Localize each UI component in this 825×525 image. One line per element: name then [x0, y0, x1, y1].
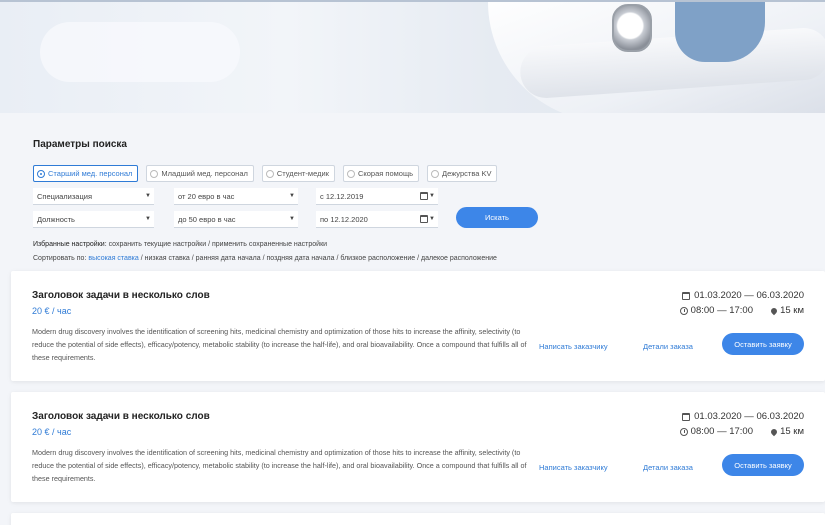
- favorite-settings: Избранные настройки: сохранить текущие н…: [33, 241, 328, 248]
- date-from-input[interactable]: с 12.12.2019 ▼: [316, 188, 438, 205]
- rate-from-select[interactable]: от 20 евро в час ▼: [174, 188, 298, 205]
- job-title[interactable]: Заголовок задачи в несколько слов: [32, 411, 210, 422]
- caret-down-icon: ▼: [429, 216, 435, 222]
- position-select[interactable]: Должность ▼: [33, 211, 154, 228]
- specialization-select[interactable]: Специализация ▼: [33, 188, 154, 205]
- chip-junior-staff[interactable]: Младший мед. персонал: [146, 165, 254, 182]
- apply-settings-link[interactable]: применить сохраненные настройки: [212, 241, 327, 248]
- save-settings-link[interactable]: сохранить текущие настройки: [109, 241, 207, 248]
- job-distance: 15 км: [769, 305, 804, 316]
- radio-icon: [37, 169, 45, 178]
- job-description: Modern drug discovery involves the ident…: [32, 327, 527, 362]
- sort-option-low-rate[interactable]: низкая ставка: [145, 255, 190, 262]
- radio-icon: [346, 169, 355, 178]
- sort-option-early-start[interactable]: ранняя дата начала: [196, 255, 261, 262]
- job-card: Заголовок задачи в несколько слов 20 € /…: [11, 392, 825, 502]
- job-card-partial: [11, 513, 825, 525]
- job-time: 08:00 — 17:00: [679, 426, 753, 437]
- chip-ambulance[interactable]: Скорая помощь: [342, 165, 420, 182]
- radio-icon: [265, 169, 274, 178]
- rate-to-select[interactable]: до 50 евро в час ▼: [174, 211, 298, 228]
- clock-icon: [679, 306, 688, 315]
- calendar-icon: [420, 215, 428, 223]
- job-distance: 15 км: [769, 426, 804, 437]
- location-pin-icon: [769, 427, 779, 436]
- calendar-icon: [682, 291, 691, 300]
- apply-button[interactable]: Оставить заявку: [722, 454, 804, 476]
- sort-option-far[interactable]: далекое расположение: [421, 255, 497, 262]
- caret-down-icon: ▼: [289, 216, 295, 222]
- category-chips: Старший мед. персонал Младший мед. персо…: [33, 165, 498, 182]
- sort-option-high-rate[interactable]: высокая ставка: [88, 255, 138, 262]
- order-details-link[interactable]: Детали заказа: [643, 342, 693, 351]
- caret-down-icon: ▼: [145, 193, 151, 199]
- calendar-icon: [420, 192, 428, 200]
- search-panel-title: Параметры поиска: [33, 139, 127, 150]
- search-button[interactable]: Искать: [456, 207, 538, 228]
- wristwatch-graphic: [612, 4, 652, 52]
- job-time: 08:00 — 17:00: [679, 305, 753, 316]
- chip-duty-kv[interactable]: Дежурства KV: [427, 165, 498, 182]
- job-price: 20 € / час: [32, 427, 72, 437]
- apply-button[interactable]: Оставить заявку: [722, 333, 804, 355]
- chip-student[interactable]: Студент-медик: [261, 165, 335, 182]
- caret-down-icon: ▼: [429, 193, 435, 199]
- job-card: Заголовок задачи в несколько слов 20 € /…: [11, 271, 825, 381]
- hero-banner-image: [0, 0, 825, 113]
- sort-option-late-start[interactable]: поздняя дата начала: [266, 255, 334, 262]
- contact-customer-link[interactable]: Написать заказчику: [539, 342, 608, 351]
- radio-icon: [431, 169, 440, 178]
- caret-down-icon: ▼: [289, 193, 295, 199]
- job-description: Modern drug discovery involves the ident…: [32, 448, 527, 483]
- job-price: 20 € / час: [32, 306, 72, 316]
- job-title[interactable]: Заголовок задачи в несколько слов: [32, 290, 210, 301]
- chip-senior-staff[interactable]: Старший мед. персонал: [33, 165, 139, 182]
- radio-icon: [150, 169, 159, 178]
- job-dates: 01.03.2020 — 06.03.2020: [682, 290, 804, 301]
- location-pin-icon: [769, 306, 779, 315]
- sort-option-near[interactable]: близкое расположение: [340, 255, 415, 262]
- clock-icon: [679, 427, 688, 436]
- calendar-icon: [682, 412, 691, 421]
- date-to-input[interactable]: по 12.12.2020 ▼: [316, 211, 438, 228]
- order-details-link[interactable]: Детали заказа: [643, 463, 693, 472]
- caret-down-icon: ▼: [145, 216, 151, 222]
- contact-customer-link[interactable]: Написать заказчику: [539, 463, 608, 472]
- sort-bar: Сортировать по: высокая ставка / низкая …: [33, 255, 497, 262]
- job-dates: 01.03.2020 — 06.03.2020: [682, 411, 804, 422]
